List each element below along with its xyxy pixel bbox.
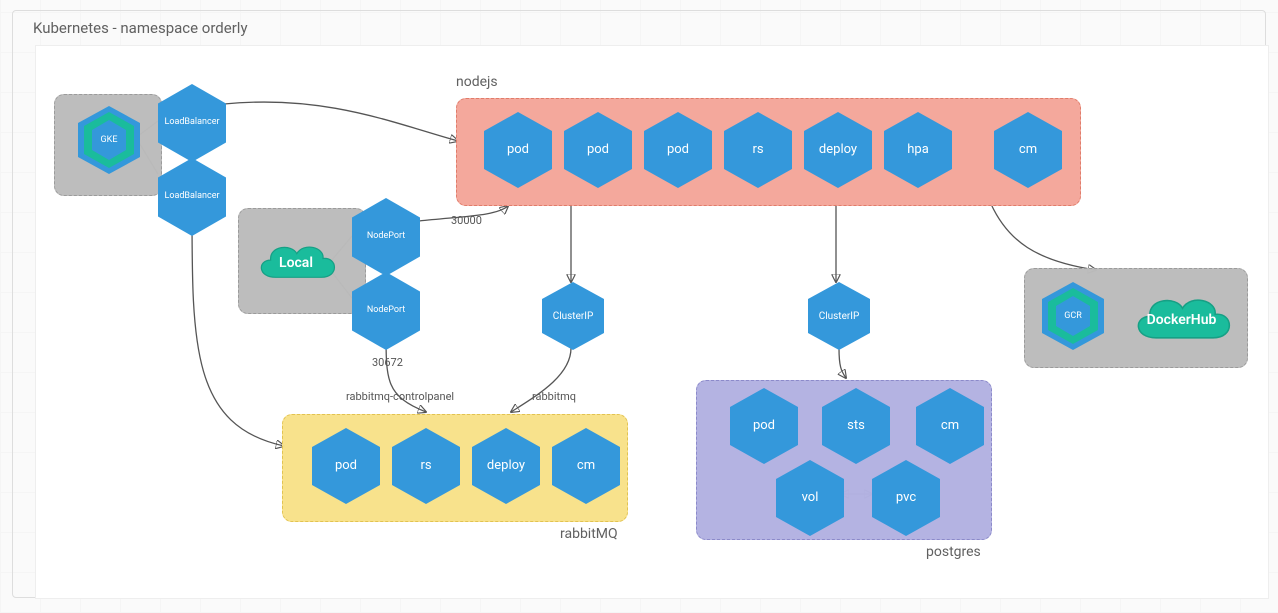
node-local-label: Local (279, 255, 313, 271)
node-local-cloud[interactable]: Local (251, 238, 341, 288)
node-clusterip-rabbit[interactable]: ClusterIP (542, 282, 604, 350)
group-nodejs-label: nodejs (456, 74, 498, 90)
group-postgres-label: postgres (926, 544, 981, 560)
diagram-canvas: GKE LoadBalancer LoadBalancer nodejs pod… (35, 45, 1269, 599)
node-clusterip-postgres[interactable]: ClusterIP (808, 282, 870, 350)
edge-label-rabbit-cp: rabbitmq-controlpanel (346, 390, 454, 403)
group-rabbitmq-label: rabbitMQ (560, 526, 618, 542)
node-loadbalancer-2-label: LoadBalancer (164, 192, 219, 202)
diagram-frame: Kubernetes - namespace orderly (12, 10, 1266, 598)
edge-label-30000: 30000 (451, 214, 482, 227)
edge-label-30672: 30672 (372, 356, 403, 369)
node-loadbalancer-2[interactable]: LoadBalancer (158, 158, 226, 236)
node-gke[interactable]: GKE (78, 106, 140, 174)
edge-label-rabbit: rabbitmq (532, 390, 576, 403)
node-gcr[interactable]: GCR (1042, 282, 1104, 350)
node-dockerhub-cloud[interactable]: DockerHub (1124, 292, 1239, 348)
node-dockerhub-label: DockerHub (1147, 312, 1217, 328)
node-loadbalancer-1-label: LoadBalancer (164, 118, 219, 128)
diagram-title: Kubernetes - namespace orderly (33, 19, 248, 37)
node-loadbalancer-1[interactable]: LoadBalancer (158, 84, 226, 162)
